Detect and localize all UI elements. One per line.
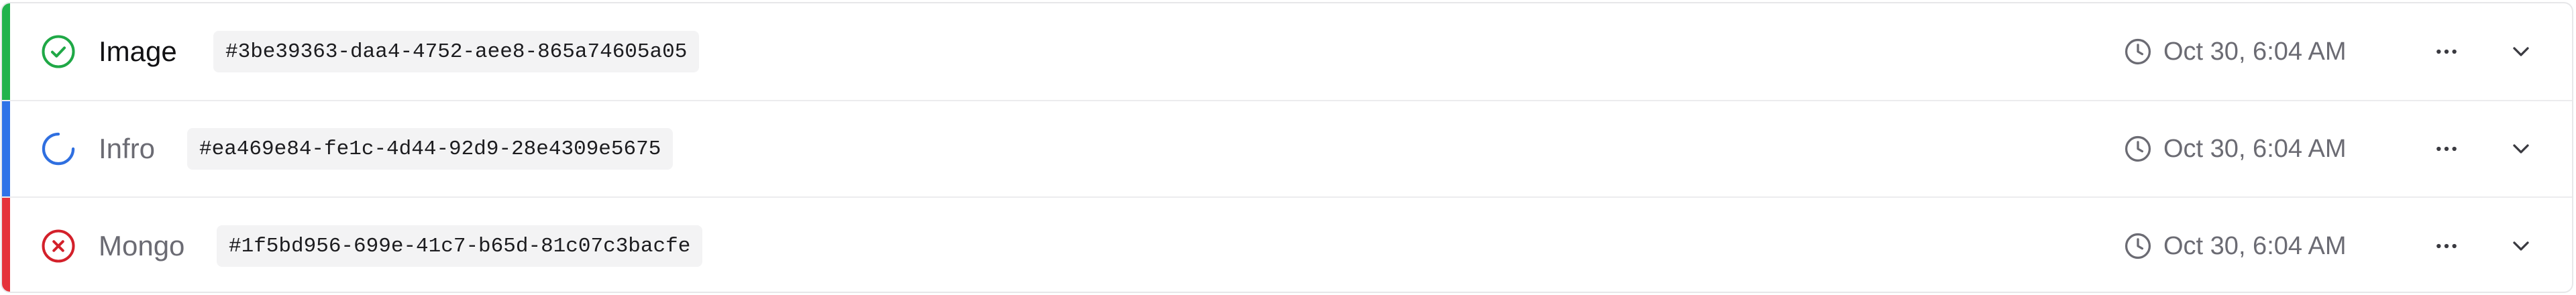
status-accent-bar xyxy=(2,198,10,292)
more-options-button[interactable] xyxy=(2428,227,2465,265)
run-time-text: Oct 30, 6:04 AM xyxy=(2163,231,2347,260)
run-name: Mongo xyxy=(99,230,185,261)
run-row-infro[interactable]: Infro #ea469e84-fe1c-4d44-92d9-28e4309e5… xyxy=(2,100,2572,196)
loading-spinner-icon xyxy=(40,131,76,167)
clock-icon xyxy=(2123,231,2153,261)
status-accent-bar xyxy=(2,3,10,100)
deployment-runs-list: Image #3be39363-daa4-4752-aee8-865a74605… xyxy=(1,2,2573,293)
clock-icon xyxy=(2123,37,2153,66)
run-id: #3be39363-daa4-4752-aee8-865a74605a05 xyxy=(213,31,700,72)
status-accent-bar xyxy=(2,101,10,196)
expand-row-button[interactable] xyxy=(2502,227,2540,265)
run-name: Infro xyxy=(99,133,156,164)
run-id: #ea469e84-fe1c-4d44-92d9-28e4309e5675 xyxy=(187,128,674,170)
more-horizontal-icon xyxy=(2433,135,2460,162)
run-timestamp: Oct 30, 6:04 AM xyxy=(2123,134,2346,164)
expand-row-button[interactable] xyxy=(2502,130,2540,168)
check-circle-icon xyxy=(40,34,76,70)
run-timestamp: Oct 30, 6:04 AM xyxy=(2123,231,2346,261)
run-row-image[interactable]: Image #3be39363-daa4-4752-aee8-865a74605… xyxy=(2,3,2572,100)
x-circle-icon xyxy=(40,228,76,264)
chevron-down-icon xyxy=(2508,233,2534,259)
expand-row-button[interactable] xyxy=(2502,33,2540,70)
more-horizontal-icon xyxy=(2433,233,2460,259)
chevron-down-icon xyxy=(2508,135,2534,162)
more-options-button[interactable] xyxy=(2428,130,2465,168)
run-id: #1f5bd956-699e-41c7-b65d-81c07c3bacfe xyxy=(217,225,703,267)
clock-icon xyxy=(2123,134,2153,164)
chevron-down-icon xyxy=(2508,38,2534,65)
run-name: Image xyxy=(99,36,177,67)
more-horizontal-icon xyxy=(2433,38,2460,65)
more-options-button[interactable] xyxy=(2428,33,2465,70)
run-row-mongo[interactable]: Mongo #1f5bd956-699e-41c7-b65d-81c07c3ba… xyxy=(2,196,2572,292)
run-time-text: Oct 30, 6:04 AM xyxy=(2163,134,2347,163)
run-time-text: Oct 30, 6:04 AM xyxy=(2163,37,2347,66)
run-timestamp: Oct 30, 6:04 AM xyxy=(2123,37,2346,66)
